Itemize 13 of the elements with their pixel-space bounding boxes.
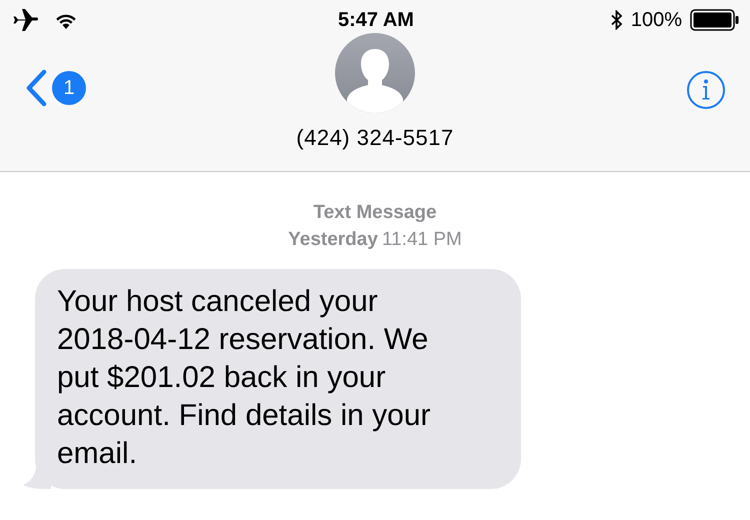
message-bubble: Your host canceled your 2018-04-12 reservation. We put $201.02 back in your account. Find details in your email. <box>35 269 521 489</box>
message-time: 11:41 PM <box>382 228 462 252</box>
back-chevron-icon[interactable] <box>24 69 48 107</box>
contact-phone-number[interactable]: (424) 324-5517 <box>296 121 454 154</box>
battery-percentage: 100% <box>630 8 682 33</box>
message-type-label: Text Message <box>313 201 437 225</box>
bluetooth-icon <box>610 10 623 30</box>
airplane-icon <box>12 9 38 31</box>
message-day: Yesterday <box>288 226 378 253</box>
info-icon[interactable] <box>686 70 726 110</box>
unread-count-badge[interactable]: 1 <box>52 71 86 105</box>
clock-time: 5:47 AM <box>338 8 414 33</box>
battery-icon <box>690 9 740 31</box>
